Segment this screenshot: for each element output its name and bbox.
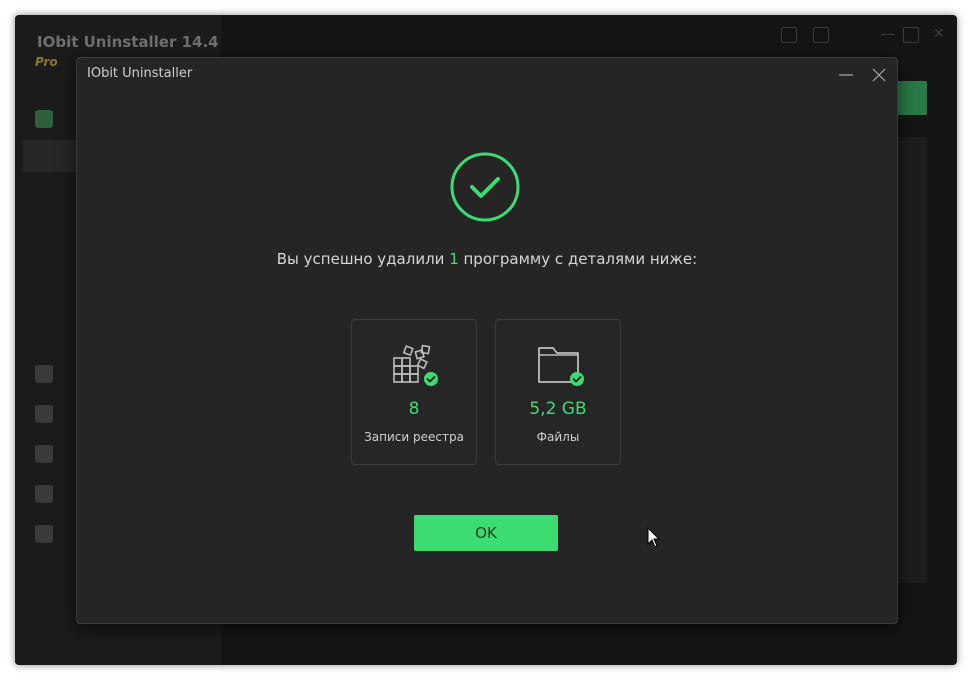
mouse-cursor-icon [647, 527, 661, 548]
files-label: Файлы [536, 430, 580, 444]
menu-icon[interactable] [813, 27, 829, 43]
software-updater-icon[interactable] [35, 365, 53, 383]
folder-icon [538, 347, 584, 386]
uninstall-complete-dialog: IObit Uninstaller Вы успешно удалили 1 п… [76, 57, 898, 624]
app-edition: Pro [35, 55, 58, 69]
programs-icon[interactable] [35, 110, 53, 128]
bg-maximize-icon[interactable] [903, 27, 919, 43]
toolbox-icon[interactable] [781, 27, 797, 43]
close-icon [872, 68, 886, 82]
success-check-icon [450, 152, 520, 222]
ok-button[interactable]: OK [414, 515, 558, 551]
close-button[interactable] [864, 62, 894, 88]
app-title: IObit Uninstaller 14.4 [37, 33, 219, 51]
minimize-icon [839, 74, 853, 76]
registry-stat-card: 8 Записи реестра [351, 319, 477, 465]
bg-minimize-icon[interactable] [881, 34, 895, 35]
windows-apps-icon[interactable] [35, 405, 53, 423]
plugins-icon[interactable] [35, 445, 53, 463]
message-suffix: программу с деталями ниже: [458, 250, 698, 268]
registry-count: 8 [408, 399, 420, 419]
protection-icon[interactable] [35, 485, 53, 503]
dialog-title: IObit Uninstaller [87, 66, 193, 81]
message-prefix: Вы успешно удалили [276, 250, 450, 268]
bg-close-icon[interactable]: ✕ [933, 27, 947, 41]
files-stat-card: 5,2 GB Файлы [495, 319, 621, 465]
minimize-button[interactable] [831, 62, 861, 88]
tools-icon[interactable] [35, 525, 53, 543]
registry-label: Записи реестра [364, 430, 464, 444]
registry-icon [393, 344, 438, 386]
files-size: 5,2 GB [529, 399, 587, 419]
success-message: Вы успешно удалили 1 программу с деталям… [77, 250, 897, 268]
removed-count: 1 [449, 250, 459, 268]
